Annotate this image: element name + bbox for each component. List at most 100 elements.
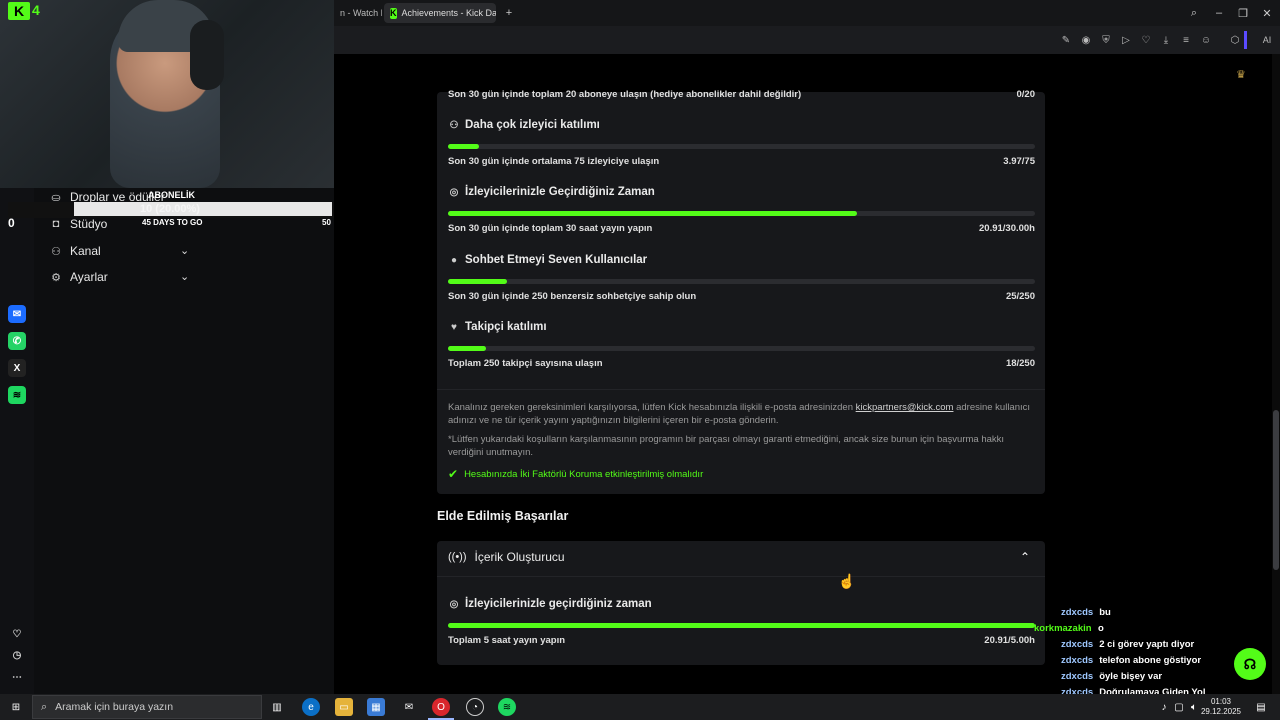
achievement-value: 18/250 [1005, 358, 1035, 369]
history-icon[interactable]: ◷ [8, 646, 26, 664]
minimize-button[interactable]: – [1210, 4, 1228, 22]
profile-icon[interactable]: ☺ [1199, 33, 1213, 47]
chat-username: korkmazakin [1034, 623, 1092, 634]
users-icon: ⚇ [51, 245, 61, 258]
spotify-icon[interactable]: ≋ [498, 698, 516, 716]
achievement-title: ◎ İzleyicilerinizle geçirdiğiniz zaman [449, 598, 652, 610]
more-icon[interactable]: ⋯ [8, 668, 26, 686]
progress-fill [448, 346, 487, 351]
opera-icon[interactable]: O [432, 698, 450, 716]
new-tab-button[interactable]: + [500, 4, 518, 22]
achievement-value: 20.91/30.00h [979, 223, 1035, 234]
explorer-icon[interactable]: ▭ [335, 698, 353, 716]
streamer-headset [190, 20, 224, 90]
whatsapp-icon[interactable]: ✆ [8, 332, 26, 350]
notifications-icon[interactable]: ▤ [1252, 698, 1270, 716]
accordion-title[interactable]: ((•)) İçerik Oluşturucu [448, 550, 565, 564]
download-icon[interactable]: ⤓ [1159, 33, 1173, 47]
play-icon[interactable]: ▷ [1119, 33, 1133, 47]
achievement-value: 25/250 [1005, 291, 1035, 302]
extension-icon[interactable]: ⬡ [1228, 33, 1242, 47]
chat-message: zdxcds telefon abone göstiyor [1061, 655, 1202, 666]
spotify-icon[interactable]: ≋ [8, 386, 26, 404]
extension-badge-icon[interactable]: ♛ [1236, 68, 1250, 82]
progress-track [448, 623, 1035, 628]
scrollbar[interactable] [1272, 54, 1280, 694]
progress-track [448, 279, 1035, 284]
windows-start-icon[interactable]: ⊞ [7, 698, 25, 716]
tab-achievements[interactable]: K Achievements - Kick Dash [384, 3, 496, 23]
support-button[interactable]: ☊ [1234, 648, 1266, 680]
sub-goal-fill [74, 202, 332, 216]
chat-icon: ● [450, 254, 458, 266]
mail-icon[interactable]: ✉ [400, 698, 418, 716]
achievement-title: ⚇ Daha çok izleyici katılımı [449, 119, 600, 131]
sidebar-item-label: Kanal [70, 244, 101, 258]
kick-logo: K [8, 2, 30, 20]
messenger-icon[interactable]: ✉ [8, 305, 26, 323]
achievement-desc: Son 30 gün içinde 250 benzersiz sohbetçi… [448, 291, 697, 302]
clock-time: 01:03 [1210, 697, 1232, 706]
close-button[interactable]: ✕ [1258, 4, 1276, 22]
search-icon: ⌕ [41, 700, 48, 713]
ai-button[interactable]: AI [1256, 33, 1278, 47]
partner-note: Kanalınız gereken gereksinimleri karşılı… [448, 402, 1031, 426]
camera-icon[interactable]: ◉ [1079, 33, 1093, 47]
users-icon: ⚇ [449, 119, 459, 131]
mouse-cursor-icon: ☝ [838, 573, 856, 589]
camera-icon: ◘ [52, 218, 60, 230]
scrollbar-thumb[interactable] [1273, 410, 1279, 570]
clock-date: 29.12.2025 [1200, 707, 1242, 716]
partner-email-link[interactable]: kickpartners@kick.com [856, 402, 954, 413]
restore-button[interactable]: ❐ [1234, 4, 1252, 22]
sidebar-item-settings[interactable]: ⚙ Ayarlar [48, 267, 108, 287]
store-icon[interactable]: ▦ [367, 698, 385, 716]
edge-icon[interactable]: e [302, 698, 320, 716]
partial-row-desc: Son 30 gün içinde toplam 20 aboneye ulaş… [448, 89, 802, 99]
chat-message: zdxcds öyle bişey var [1061, 671, 1163, 682]
divider [437, 389, 1045, 390]
heart-icon: ♥ [451, 321, 457, 333]
progress-fill [448, 144, 480, 149]
obs-icon[interactable]: ◔ [466, 698, 484, 716]
chevron-down-icon[interactable]: ⌄ [180, 270, 189, 283]
progress-track [448, 346, 1035, 351]
system-clock[interactable]: 01:03 29.12.2025 [1196, 697, 1246, 717]
progress-fill [448, 279, 507, 284]
achievement-desc: Toplam 5 saat yayın yapın [448, 635, 566, 646]
progress-fill [448, 623, 1035, 628]
broadcast-icon: ◎ [449, 598, 459, 610]
tab-label: n - Watch Li [340, 8, 382, 18]
x-icon[interactable]: X [8, 359, 26, 377]
achievement-desc: Son 30 gün içinde ortalama 75 izleyiciye… [448, 156, 660, 167]
sidebar-item-label: Stüdyo [70, 217, 108, 231]
menu-icon[interactable]: ≡ [1179, 33, 1193, 47]
progress-track [448, 211, 1035, 216]
kick-counter: 4 [32, 2, 40, 18]
sub-goal-target: 50 [322, 218, 331, 227]
achievement-value: 20.91/5.00h [984, 635, 1035, 646]
edit-icon[interactable]: ✎ [1059, 33, 1073, 47]
chat-message: zdxcds 2 ci görev yaptı diyor [1061, 639, 1195, 650]
heart-icon[interactable]: ♡ [1139, 33, 1153, 47]
sidebar-item-label: Ayarlar [70, 270, 108, 284]
sidebar-item-channel[interactable]: ⚇ Kanal [48, 241, 101, 261]
achievement-desc: Toplam 250 takipçi sayısına ulaşın [448, 358, 603, 369]
progress-fill [448, 211, 858, 216]
address-bar[interactable] [334, 30, 1054, 50]
taskbar-search[interactable]: ⌕ Aramak için buraya yazın [32, 695, 262, 719]
chevron-up-icon[interactable]: ⌃ [1020, 550, 1030, 564]
tab-watch-live[interactable]: n - Watch Li [334, 3, 382, 23]
gear-icon: ⚙ [51, 271, 61, 284]
sub-goal-days: 45 DAYS TO GO [142, 218, 203, 227]
heart-icon[interactable]: ♡ [8, 625, 26, 643]
achievement-title: ♥ Takipçi katılımı [448, 319, 547, 335]
tab-label: Achievements - Kick Dash [401, 8, 497, 18]
chat-message: zdxcds bu [1061, 607, 1111, 618]
task-view-icon[interactable]: ▥ [268, 698, 286, 716]
achievement-value: 3.97/75 [1003, 156, 1035, 167]
search-icon[interactable]: ⌕ [1185, 4, 1203, 22]
chevron-down-icon[interactable]: ⌄ [180, 244, 189, 257]
disclaimer-note: *Lütfen yukarıdaki koşulların karşılanma… [448, 434, 1005, 458]
shield-icon[interactable]: ⛨ [1099, 33, 1113, 47]
